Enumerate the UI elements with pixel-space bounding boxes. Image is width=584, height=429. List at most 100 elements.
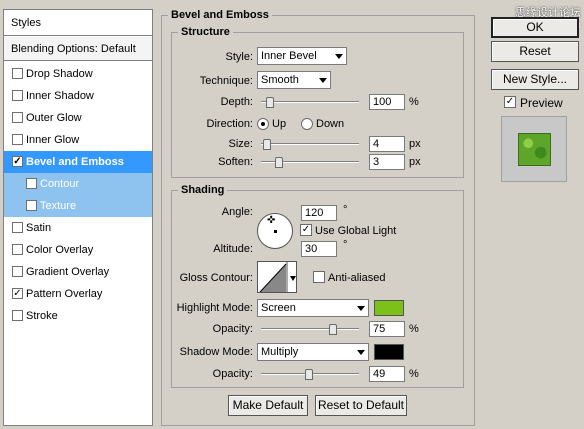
use-global-light-label: Use Global Light — [315, 225, 397, 237]
depth-slider[interactable] — [261, 97, 359, 108]
chevron-down-icon — [357, 350, 365, 355]
gloss-contour-picker[interactable] — [257, 261, 297, 293]
size-slider-thumb[interactable] — [263, 139, 271, 150]
depth-slider-thumb[interactable] — [266, 97, 274, 108]
style-checkbox[interactable] — [26, 178, 37, 189]
shading-title: Shading — [181, 184, 225, 196]
highlight-color-swatch[interactable] — [374, 300, 404, 316]
shadow-mode-value: Multiply — [261, 346, 299, 358]
style-item-pattern-overlay[interactable]: ✓ Pattern Overlay — [4, 283, 152, 305]
shadow-mode-select[interactable]: Multiply — [257, 343, 369, 361]
depth-input[interactable]: 100 — [369, 94, 405, 110]
style-item-label: Gradient Overlay — [26, 266, 110, 278]
checkmark-icon: ✓ — [301, 224, 311, 235]
direction-up-label: Up — [272, 118, 287, 130]
gloss-contour-label: Gloss Contour: — [179, 272, 253, 284]
shadow-opacity-slider[interactable] — [261, 369, 359, 380]
styles-header[interactable]: Styles — [4, 10, 152, 36]
style-checkbox[interactable] — [12, 310, 23, 321]
altitude-label: Altitude: — [213, 243, 253, 255]
shadow-opacity-slider-thumb[interactable] — [305, 369, 313, 380]
anti-aliased-checkbox[interactable] — [313, 271, 325, 283]
style-item-label: Stroke — [26, 310, 58, 322]
shadow-mode-label: Shadow Mode: — [179, 346, 253, 358]
depth-unit: % — [409, 96, 419, 108]
soften-input[interactable]: 3 — [369, 154, 405, 170]
gloss-contour-curve-icon — [259, 262, 296, 292]
blending-options-item[interactable]: Blending Options: Default — [4, 37, 152, 61]
crosshair-icon: ✜ — [267, 215, 276, 226]
style-item-inner-shadow[interactable]: Inner Shadow — [4, 85, 152, 107]
technique-select[interactable]: Smooth — [257, 71, 331, 89]
shadow-opacity-label: Opacity: — [212, 368, 253, 380]
soften-unit: px — [409, 156, 421, 168]
preview-texture-swatch — [518, 133, 551, 166]
style-checkbox[interactable] — [12, 134, 23, 145]
style-item-label: Drop Shadow — [26, 68, 93, 80]
style-checkbox[interactable] — [12, 112, 23, 123]
style-checkbox[interactable] — [26, 200, 37, 211]
ok-button[interactable]: OK — [491, 17, 579, 38]
highlight-mode-label: Highlight Mode: — [176, 302, 253, 314]
style-item-contour[interactable]: Contour — [4, 173, 152, 195]
preview-checkbox[interactable]: ✓ — [504, 96, 516, 108]
style-item-gradient-overlay[interactable]: Gradient Overlay — [4, 261, 152, 283]
direction-down-label: Down — [316, 118, 345, 130]
soften-slider-thumb[interactable] — [275, 157, 283, 168]
reset-to-default-button[interactable]: Reset to Default — [315, 395, 407, 416]
style-select[interactable]: Inner Bevel — [257, 47, 347, 65]
style-item-drop-shadow[interactable]: Drop Shadow — [4, 63, 152, 85]
style-checkbox[interactable]: ✓ — [12, 156, 23, 167]
angle-unit: ° — [343, 204, 348, 216]
shadow-opacity-unit: % — [409, 368, 419, 380]
make-default-button[interactable]: Make Default — [228, 395, 308, 416]
chevron-down-icon — [319, 78, 327, 83]
style-item-texture[interactable]: Texture — [4, 195, 152, 217]
highlight-opacity-input[interactable]: 75 — [369, 321, 405, 337]
anti-aliased-label: Anti-aliased — [328, 272, 386, 284]
style-checkbox[interactable] — [12, 68, 23, 79]
preview-label: Preview — [520, 96, 563, 110]
direction-down-radio[interactable] — [301, 118, 313, 130]
style-item-stroke[interactable]: Stroke — [4, 305, 152, 327]
style-checkbox[interactable] — [12, 266, 23, 277]
size-unit: px — [409, 138, 421, 150]
angle-dial[interactable]: ✜ — [257, 213, 293, 249]
structure-title: Structure — [181, 26, 230, 38]
style-item-label: Satin — [26, 222, 52, 234]
style-checkbox[interactable] — [12, 222, 23, 233]
size-label: Size: — [228, 138, 253, 150]
chevron-down-icon — [335, 54, 343, 59]
bevel-emboss-title: Bevel and Emboss — [171, 9, 269, 21]
shadow-color-swatch[interactable] — [374, 344, 404, 360]
reset-button[interactable]: Reset — [491, 41, 579, 62]
highlight-opacity-label: Opacity: — [212, 323, 253, 335]
highlight-mode-select[interactable]: Screen — [257, 299, 369, 317]
style-item-bevel-and-emboss[interactable]: ✓ Bevel and Emboss — [4, 151, 152, 173]
technique-label: Technique: — [199, 75, 253, 87]
size-input[interactable]: 4 — [369, 136, 405, 152]
style-checkbox[interactable]: ✓ — [12, 288, 23, 299]
angle-input[interactable]: 120 — [301, 205, 337, 221]
style-item-label: Inner Glow — [26, 134, 80, 146]
style-item-color-overlay[interactable]: Color Overlay — [4, 239, 152, 261]
style-item-label: Contour — [40, 178, 80, 190]
style-item-label: Pattern Overlay — [26, 288, 103, 300]
highlight-opacity-slider-thumb[interactable] — [329, 324, 337, 335]
highlight-mode-value: Screen — [261, 302, 296, 314]
style-item-inner-glow[interactable]: Inner Glow — [4, 129, 152, 151]
use-global-light-checkbox[interactable]: ✓ — [300, 224, 312, 236]
style-item-satin[interactable]: Satin — [4, 217, 152, 239]
style-checkbox[interactable] — [12, 90, 23, 101]
new-style-button[interactable]: New Style... — [491, 69, 579, 90]
soften-slider[interactable] — [261, 157, 359, 168]
size-slider[interactable] — [261, 139, 359, 150]
direction-up-radio[interactable] — [257, 118, 269, 130]
highlight-opacity-slider[interactable] — [261, 324, 359, 335]
shadow-opacity-input[interactable]: 49 — [369, 366, 405, 382]
style-item-outer-glow[interactable]: Outer Glow — [4, 107, 152, 129]
altitude-input[interactable]: 30 — [301, 241, 337, 257]
style-checkbox[interactable] — [12, 244, 23, 255]
style-item-label: Texture — [40, 200, 77, 212]
style-item-label: Bevel and Emboss — [26, 156, 124, 168]
